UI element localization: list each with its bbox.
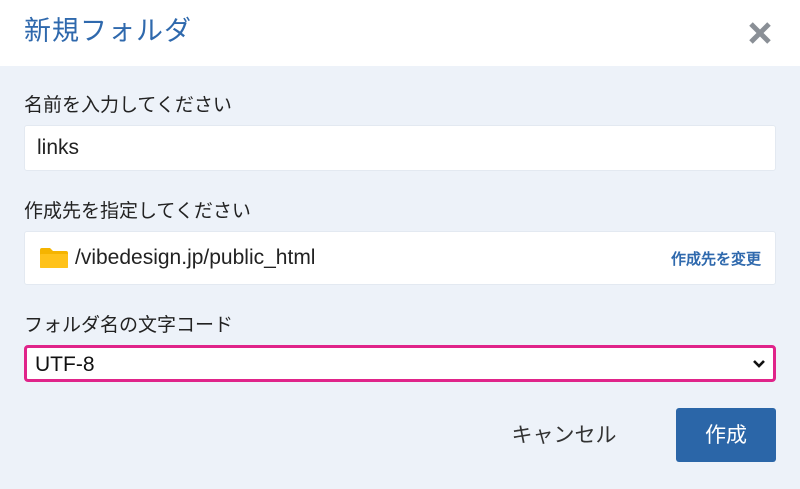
folder-icon <box>40 248 68 268</box>
dialog-title: 新規フォルダ <box>24 16 192 47</box>
folder-name-input[interactable] <box>24 125 776 171</box>
create-button[interactable]: 作成 <box>676 408 776 462</box>
destination-label: 作成先を指定してください <box>24 200 251 222</box>
encoding-selected-value: UTF-8 <box>35 353 95 376</box>
change-destination-link[interactable]: 作成先を変更 <box>671 249 761 269</box>
chevron-down-icon <box>753 360 765 368</box>
cancel-button[interactable]: キャンセル <box>496 408 632 462</box>
dialog-header: 新規フォルダ <box>0 0 800 66</box>
new-folder-dialog: 新規フォルダ 名前を入力してください 作成先を指定してください /vibedes… <box>0 0 800 489</box>
close-icon <box>749 22 771 44</box>
destination-path: /vibedesign.jp/public_html <box>75 246 316 269</box>
name-field-label: 名前を入力してください <box>24 94 232 116</box>
encoding-select[interactable]: UTF-8 <box>24 345 776 382</box>
encoding-label: フォルダ名の文字コード <box>24 314 234 336</box>
destination-box: /vibedesign.jp/public_html 作成先を変更 <box>24 231 776 285</box>
close-button[interactable] <box>742 15 778 51</box>
